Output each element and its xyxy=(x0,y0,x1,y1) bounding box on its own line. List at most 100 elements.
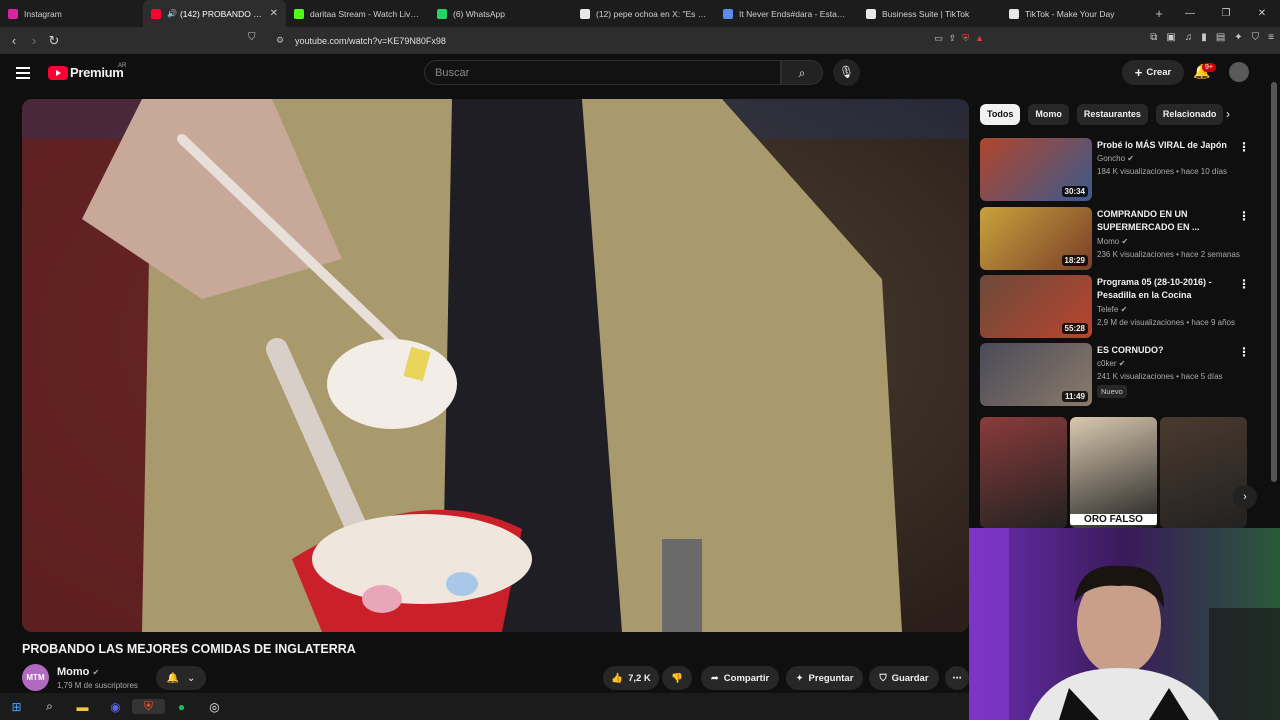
brave-rewards-icon[interactable]: ▲ xyxy=(975,33,984,44)
more-vertical-icon[interactable]: ⋮ xyxy=(1238,140,1250,154)
verified-icon: ✔ xyxy=(92,668,100,677)
recommended-video[interactable]: 30:34 Probé lo MÁS VIRAL de Japón Goncho ✔… xyxy=(980,138,1275,202)
save-button[interactable]: ⛉ Guardar xyxy=(869,666,939,690)
channel-avatar[interactable]: MTM xyxy=(22,664,49,691)
verified-icon: ✔ xyxy=(1121,237,1129,246)
more-vertical-icon[interactable]: ⋮ xyxy=(1238,277,1250,291)
more-actions-button[interactable]: ⋯ xyxy=(945,666,969,690)
filter-chip[interactable]: Todos xyxy=(980,104,1021,125)
short-card[interactable]: ORO FALSO xyxy=(1070,417,1157,528)
recommended-title[interactable]: ES CORNUDO? xyxy=(1097,344,1227,357)
short-card[interactable] xyxy=(1160,417,1247,528)
recommended-channel[interactable]: Goncho ✔ xyxy=(1097,154,1134,163)
spotify-icon[interactable]: ● xyxy=(165,700,198,714)
menu-icon[interactable]: ≡ xyxy=(1268,32,1274,43)
browser-tab[interactable]: daritaa Stream - Watch Live on Kick xyxy=(286,0,429,27)
tab-favicon-icon xyxy=(580,8,590,19)
recommended-video[interactable]: 11:49 ES CORNUDO? c0ker ✔ 241 K visualizaci… xyxy=(980,343,1275,407)
vpn-icon[interactable]: ⛉ xyxy=(1252,32,1260,43)
music-icon[interactable]: ♫ xyxy=(1185,32,1193,43)
video-thumbnail[interactable]: 30:34 xyxy=(980,138,1092,201)
brave-shield-icon[interactable]: ⛨ xyxy=(962,33,969,44)
recommended-video[interactable]: 55:28 Programa 05 (28-10-2016) - Pesadill… xyxy=(980,275,1275,339)
site-info-icon[interactable]: ⚙ xyxy=(276,35,284,46)
region-code: AR xyxy=(118,63,127,69)
cast-icon[interactable]: ▭ xyxy=(934,33,943,44)
minimize-icon[interactable]: — xyxy=(1172,0,1208,27)
filter-chip[interactable]: Restaurantes xyxy=(1076,104,1148,125)
like-count: 7,2 K xyxy=(628,672,651,684)
video-thumbnail[interactable]: 11:49 xyxy=(980,343,1092,406)
forward-icon[interactable]: › xyxy=(24,33,44,48)
shorts-next-button[interactable]: › xyxy=(1233,485,1257,509)
brave-browser-icon[interactable]: ⛨ xyxy=(132,699,165,714)
browser-tab[interactable]: Business Suite | TikTok xyxy=(858,0,1001,27)
close-window-icon[interactable]: ✕ xyxy=(1244,0,1280,27)
scrollbar-thumb[interactable] xyxy=(1271,82,1277,482)
create-button[interactable]: + Crear xyxy=(1122,60,1184,85)
bookmark-icon[interactable]: ⛉ xyxy=(248,32,256,43)
browser-tab[interactable]: It Never Ends#dara - Estadísticas xyxy=(715,0,858,27)
start-menu-icon[interactable]: ⊞ xyxy=(0,700,33,714)
browser-tab[interactable]: (12) pepe ochoa en X: "Es el mejor xyxy=(572,0,715,27)
browser-tab[interactable]: TikTok - Make Your Day xyxy=(1001,0,1144,27)
search-button[interactable]: ⌕ xyxy=(781,60,823,85)
recommended-channel[interactable]: Telefe ✔ xyxy=(1097,305,1127,314)
ai-icon[interactable]: ✦ xyxy=(1234,32,1242,43)
search-taskbar-icon[interactable]: ⌕ xyxy=(33,699,66,714)
more-vertical-icon[interactable]: ⋮ xyxy=(1238,345,1250,359)
url-actions: ▭ ⇪ ⛨ ▲ xyxy=(934,33,984,44)
video-thumbnail[interactable]: 18:29 xyxy=(980,207,1092,270)
video-duration: 55:28 xyxy=(1061,323,1088,334)
obs-icon[interactable]: ◎ xyxy=(198,700,231,714)
sidebar-icon[interactable]: ▮ xyxy=(1201,32,1207,43)
recommended-title[interactable]: Probé lo MÁS VIRAL de Japón xyxy=(1097,139,1227,152)
reload-icon[interactable]: ↻ xyxy=(44,33,64,49)
browser-tab[interactable]: 🔊(142) PROBANDO LAS MEJORES COMIDAS ✕ xyxy=(143,0,286,27)
share-button[interactable]: ➦ Compartir xyxy=(701,666,779,690)
back-icon[interactable]: ‹ xyxy=(4,33,24,48)
thumbs-up-icon: 👍 xyxy=(611,672,624,684)
like-button[interactable]: 👍 7,2 K xyxy=(603,666,659,690)
subscription-bell-button[interactable]: 🔔 ⌄ xyxy=(156,666,206,690)
recommended-video[interactable]: 18:29 COMPRANDO EN UN SUPERMERCADO EN ...… xyxy=(980,207,1275,271)
browser-tab[interactable]: (6) WhatsApp xyxy=(429,0,572,27)
chip-next-icon[interactable]: › xyxy=(1226,107,1230,121)
video-thumbnail[interactable]: 55:28 xyxy=(980,275,1092,338)
more-vertical-icon[interactable]: ⋮ xyxy=(1238,209,1250,223)
filter-chip[interactable]: Momo xyxy=(1028,104,1069,125)
voice-search-button[interactable]: 🎙 xyxy=(833,59,860,86)
new-tab-button[interactable]: + xyxy=(1148,6,1170,21)
recommended-channel[interactable]: Momo ✔ xyxy=(1097,237,1128,246)
channel-name-text: Momo xyxy=(57,666,90,678)
screenshot-icon[interactable]: ▣ xyxy=(1166,32,1175,43)
dislike-button[interactable]: 👎 xyxy=(662,666,692,690)
youtube-logo[interactable]: Premium xyxy=(48,65,124,80)
share-page-icon[interactable]: ⇪ xyxy=(949,33,957,44)
ask-button[interactable]: ✦ Preguntar xyxy=(786,666,863,690)
share-label: Compartir xyxy=(723,672,770,684)
filter-chip[interactable]: Relacionado xyxy=(1155,104,1224,125)
hamburger-menu-icon[interactable] xyxy=(16,67,30,82)
wallet-icon[interactable]: ▤ xyxy=(1216,32,1225,43)
page-scrollbar[interactable] xyxy=(1270,62,1278,522)
channel-name[interactable]: Momo ✔ xyxy=(57,666,99,678)
close-tab-icon[interactable]: ✕ xyxy=(270,8,278,19)
browser-tab[interactable]: Instagram xyxy=(0,0,143,27)
search-input[interactable]: Buscar xyxy=(424,60,781,85)
tab-title: (12) pepe ochoa en X: "Es el mejor xyxy=(596,8,707,19)
video-player[interactable] xyxy=(22,99,969,632)
tab-title: It Never Ends#dara - Estadísticas xyxy=(739,8,850,19)
file-explorer-icon[interactable]: ▬ xyxy=(66,700,99,714)
short-card[interactable] xyxy=(980,417,1067,528)
recommended-channel[interactable]: c0ker ✔ xyxy=(1097,359,1126,368)
account-avatar[interactable] xyxy=(1229,62,1249,82)
recommended-title[interactable]: Programa 05 (28-10-2016) - Pesadilla en … xyxy=(1097,276,1227,302)
restore-icon[interactable]: ❐ xyxy=(1208,0,1244,27)
tab-audio-icon[interactable]: 🔊 xyxy=(167,9,177,18)
recommended-title[interactable]: COMPRANDO EN UN SUPERMERCADO EN ... xyxy=(1097,208,1227,234)
extensions-icon[interactable]: ⧉ xyxy=(1150,32,1157,43)
discord-icon[interactable]: ◉ xyxy=(99,700,132,714)
url-field[interactable]: ⚙ youtube.com/watch?v=KE79N80Fx98 ▭ ⇪ ⛨ … xyxy=(268,30,992,51)
tab-favicon-icon xyxy=(437,8,447,19)
